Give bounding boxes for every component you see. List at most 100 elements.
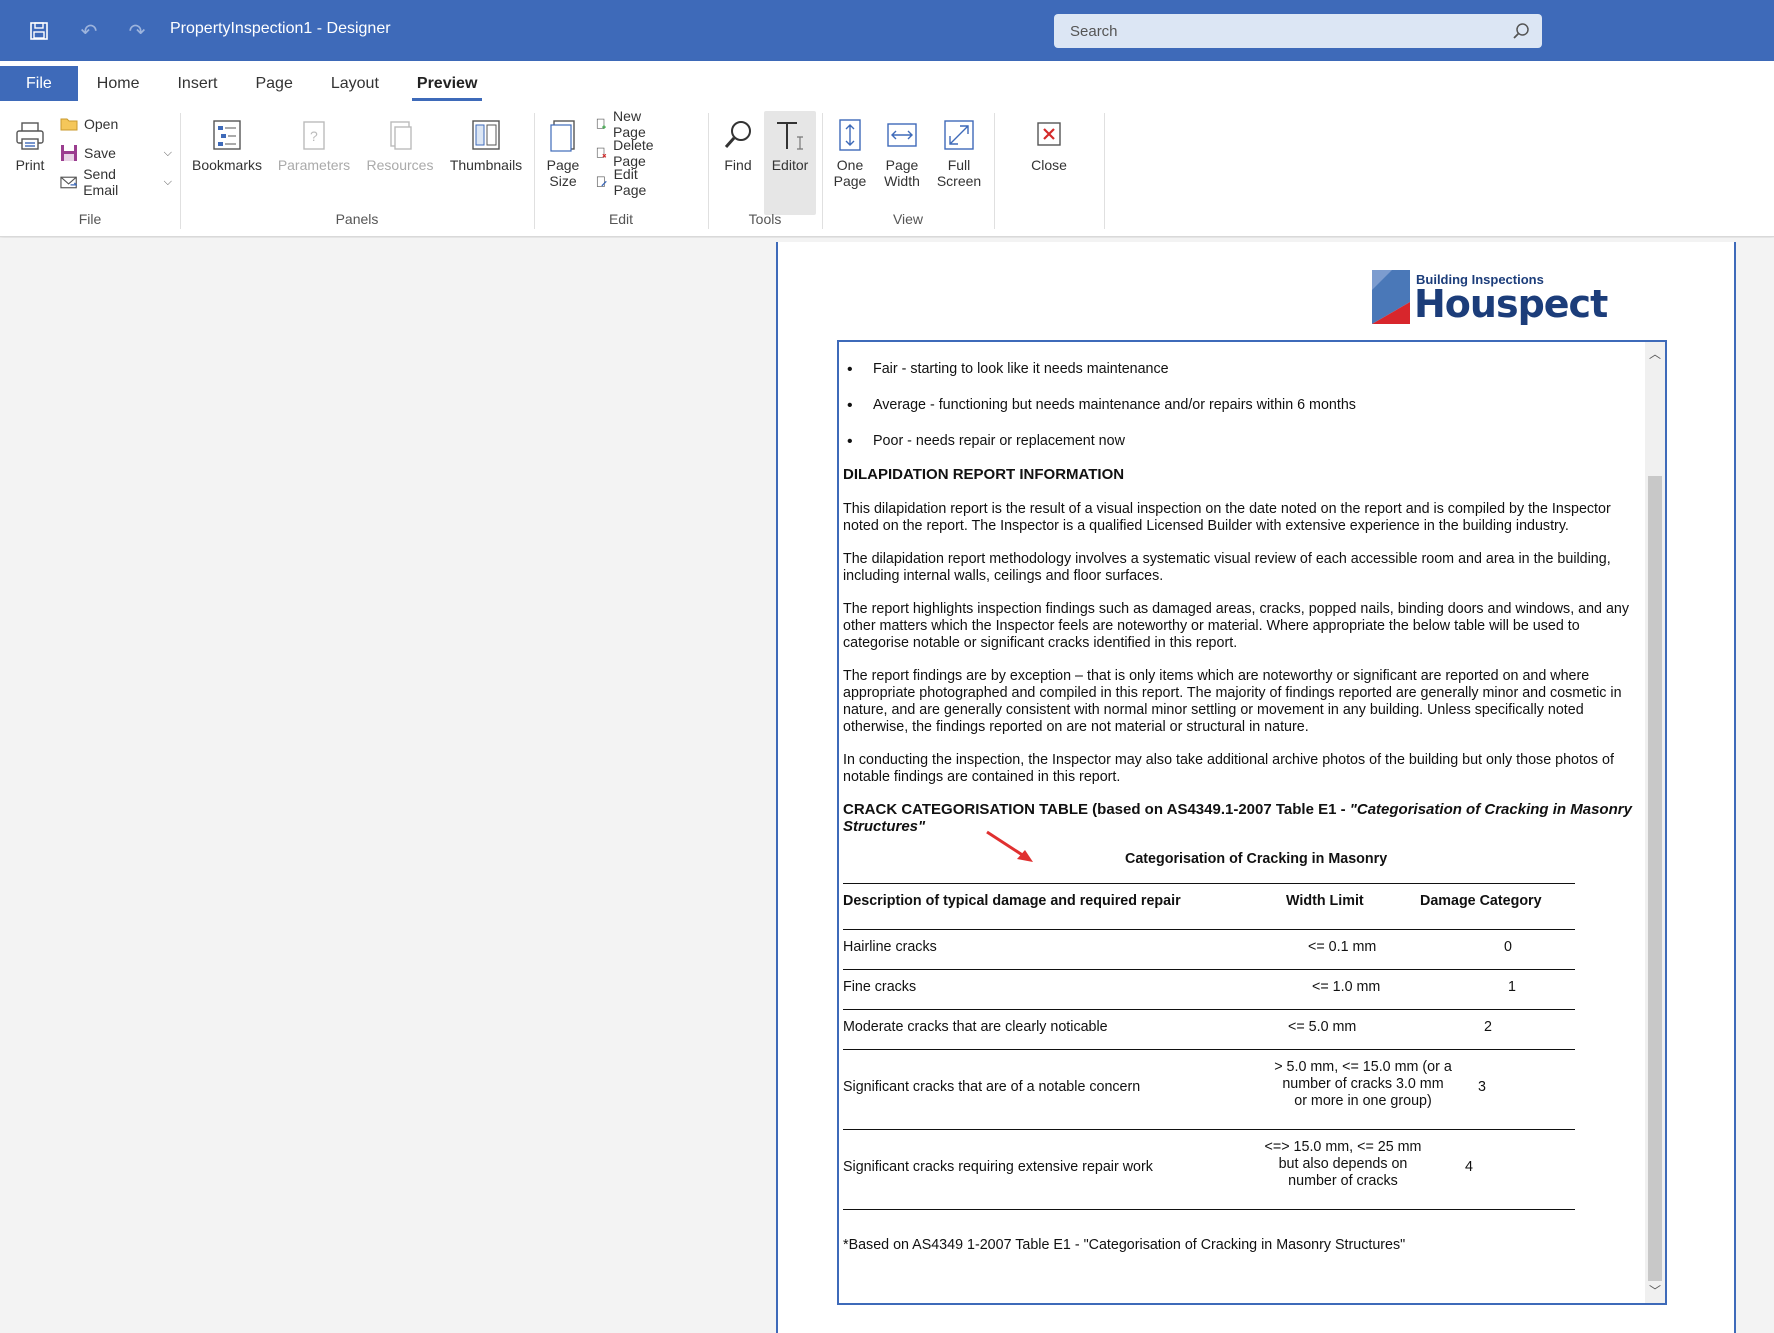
logo-mark-icon <box>1372 270 1410 324</box>
one-page-label-2: Page <box>833 173 867 189</box>
table-cell-width: <= 5.0 mm <box>1288 1019 1357 1035</box>
tab-file[interactable]: File <box>0 66 78 101</box>
paragraph: The report highlights inspection finding… <box>843 601 1630 651</box>
search-input[interactable] <box>1054 14 1542 48</box>
tab-layout[interactable]: Layout <box>312 66 398 101</box>
find-button[interactable]: Find <box>718 111 758 173</box>
tab-insert[interactable]: Insert <box>158 66 236 101</box>
chevron-down-icon[interactable]: ⌵ <box>164 147 172 160</box>
page-size-label-1: Page <box>546 157 580 173</box>
table-rule <box>843 1049 1575 1050</box>
page-size-button[interactable]: Page Size <box>544 111 582 189</box>
new-page-icon <box>596 118 606 129</box>
resources-label: Resources <box>366 157 434 173</box>
table-cell-description: Moderate cracks that are clearly noticab… <box>843 1019 1108 1035</box>
red-arrow-icon <box>986 830 1033 862</box>
condition-bullet: Fair - starting to look like it needs ma… <box>847 361 1169 378</box>
table-header-category: Damage Category <box>1420 893 1542 909</box>
thumbnails-label: Thumbnails <box>449 157 523 173</box>
width-line: but also depends on <box>1278 1156 1408 1172</box>
table-rule <box>843 883 1575 884</box>
section-heading-dilapidation: DILAPIDATION REPORT INFORMATION <box>843 466 1125 483</box>
open-label: Open <box>84 116 119 132</box>
parameters-icon: ? <box>303 121 325 150</box>
table-cell-width: <= 0.1 mm <box>1308 939 1377 955</box>
close-icon <box>1037 122 1061 146</box>
print-button[interactable]: Print <box>10 111 50 173</box>
ribbon: File Home Insert Page Layout Preview Pri… <box>0 61 1774 237</box>
table-title: Categorisation of Cracking in Masonry <box>1125 851 1388 867</box>
page-size-icon <box>550 120 575 152</box>
tab-page[interactable]: Page <box>236 66 311 101</box>
full-screen-label-2: Screen <box>936 173 982 189</box>
table-cell-category: 0 <box>1504 939 1512 955</box>
delete-page-icon <box>596 147 607 158</box>
text-cursor-icon <box>777 122 803 150</box>
edit-page-icon <box>596 176 607 187</box>
group-separator <box>1104 113 1105 229</box>
title-bar: ↶ ↷ PropertyInspection1 - Designer <box>0 0 1774 61</box>
editor-label: Editor <box>771 157 809 173</box>
paragraph: In conducting the inspection, the Inspec… <box>843 752 1614 785</box>
search-box[interactable] <box>1054 14 1542 48</box>
full-screen-button[interactable]: Full Screen <box>934 111 984 189</box>
frame-scrollbar[interactable]: ︿ ﹀ <box>1645 342 1665 1303</box>
undo-icon[interactable]: ↶ <box>74 16 104 46</box>
resources-icon <box>390 121 412 150</box>
bookmarks-label: Bookmarks <box>191 157 263 173</box>
table-footnote: *Based on AS4349 1-2007 Table E1 - "Cate… <box>843 1237 1406 1253</box>
find-label: Find <box>724 157 752 173</box>
company-logo: Building Inspections Houspect <box>1370 268 1608 328</box>
save-icon[interactable] <box>24 16 54 46</box>
one-page-button[interactable]: One Page <box>832 111 868 189</box>
resources-button[interactable]: Resources <box>364 111 436 173</box>
page-size-label-2: Size <box>549 173 577 189</box>
search-icon[interactable] <box>1512 22 1530 40</box>
bookmarks-icon <box>213 120 241 150</box>
open-button[interactable]: Open <box>60 113 118 135</box>
window-title: PropertyInspection1 - Designer <box>170 20 391 37</box>
parameters-label: Parameters <box>277 157 351 173</box>
table-cell-description: Significant cracks requiring extensive r… <box>843 1159 1153 1175</box>
tab-home[interactable]: Home <box>78 66 159 101</box>
save-button[interactable]: Save ⌵ <box>60 142 172 164</box>
tab-preview[interactable]: Preview <box>398 66 496 101</box>
table-cell-category: 1 <box>1508 979 1516 995</box>
chevron-down-icon[interactable]: ﹀ <box>1645 1281 1665 1301</box>
logo-wordmark: Houspect <box>1414 282 1608 326</box>
group-label-edit: Edit <box>608 211 634 227</box>
table-cell-width: <= 1.0 mm <box>1312 979 1381 995</box>
one-page-icon <box>839 119 861 151</box>
close-label: Close <box>1031 157 1067 173</box>
redo-icon[interactable]: ↷ <box>122 16 152 46</box>
delete-page-label: Delete Page <box>613 137 654 169</box>
table-cell-description: Fine cracks <box>843 979 917 995</box>
page-width-button[interactable]: Page Width <box>880 111 924 189</box>
thumbnails-icon <box>472 120 500 150</box>
send-email-button[interactable]: Send Email ⌵ <box>60 166 172 198</box>
new-page-label: New Page <box>613 108 646 140</box>
editor-button[interactable]: Editor <box>764 111 816 215</box>
condition-bullet: Average - functioning but needs maintena… <box>847 397 1356 414</box>
print-label: Print <box>15 157 45 173</box>
one-page-label-1: One <box>836 157 864 173</box>
scrollbar-thumb[interactable] <box>1648 476 1662 1281</box>
page-width-label-2: Width <box>884 173 920 189</box>
page-width-label-1: Page <box>885 157 919 173</box>
chevron-up-icon[interactable]: ︿ <box>1645 344 1665 364</box>
table-rule <box>843 929 1575 930</box>
edit-page-button[interactable]: Edit Page <box>596 166 653 198</box>
group-separator <box>994 113 995 229</box>
table-cell-category: 2 <box>1484 1019 1492 1035</box>
thumbnails-button[interactable]: Thumbnails <box>448 111 524 173</box>
delete-page-button[interactable]: Delete Page <box>596 137 660 169</box>
save-icon <box>61 145 77 161</box>
parameters-button[interactable]: ? Parameters <box>276 111 352 173</box>
bookmarks-button[interactable]: Bookmarks <box>190 111 264 173</box>
width-line: or more in one group) <box>1294 1093 1432 1109</box>
table-cell-width: <=> 15.0 mm, <= 25 mm but also depends o… <box>1223 1139 1463 1190</box>
close-preview-button[interactable]: Close <box>1024 111 1074 173</box>
chevron-down-icon[interactable]: ⌵ <box>164 176 172 189</box>
new-page-button[interactable]: New Page <box>596 108 653 140</box>
table-cell-category: 4 <box>1465 1159 1473 1175</box>
